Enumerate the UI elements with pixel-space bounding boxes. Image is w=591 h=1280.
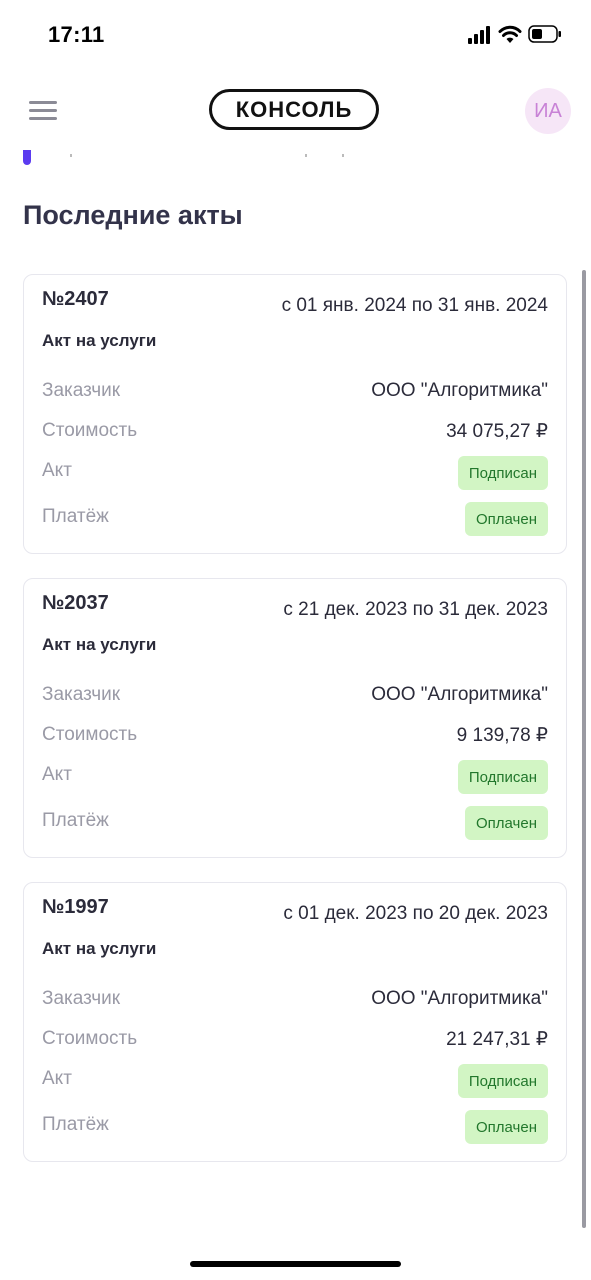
act-status-badge: Подписан — [457, 456, 548, 490]
logo[interactable]: КОНСОЛЬ — [209, 89, 379, 130]
act-period: с 01 дек. 2023 по 20 дек. 2023 — [283, 903, 548, 924]
act-type: Акт на услуги — [42, 939, 157, 958]
act-status-badge: Подписан — [457, 760, 548, 794]
act-card[interactable]: №1997 с 01 дек. 2023 по 20 дек. 2023 Акт… — [23, 882, 567, 1162]
customer-value: ООО "Алгоритмика" — [371, 380, 548, 401]
app-header: КОНСОЛЬ ИА — [0, 70, 591, 152]
customer-value: ООО "Алгоритмика" — [371, 684, 548, 705]
customer-value: ООО "Алгоритмика" — [371, 988, 548, 1009]
wifi-icon — [498, 24, 522, 44]
act-label: Акт — [42, 460, 72, 481]
act-number: №2037 — [42, 592, 109, 614]
cellular-signal-icon — [468, 26, 490, 44]
cost-value: 9 139,78 ₽ — [456, 725, 548, 746]
act-number: №2407 — [42, 288, 109, 310]
act-label: Акт — [42, 1068, 72, 1089]
scrollbar[interactable] — [582, 270, 586, 1228]
customer-label: Заказчик — [42, 684, 121, 705]
page-title: Последние акты — [23, 200, 243, 230]
act-card[interactable]: №2037 с 21 дек. 2023 по 31 дек. 2023 Акт… — [23, 578, 567, 858]
cost-value: 21 247,31 ₽ — [446, 1029, 548, 1050]
payment-status-badge: Оплачен — [465, 1110, 548, 1144]
divider-dot — [342, 154, 344, 157]
cost-label: Стоимость — [42, 420, 138, 441]
divider-dot — [70, 154, 72, 157]
home-indicator[interactable] — [190, 1261, 401, 1267]
avatar[interactable]: ИА — [525, 88, 571, 134]
payment-status-badge: Оплачен — [465, 502, 548, 536]
payment-status-badge: Оплачен — [465, 806, 548, 840]
act-number: №1997 — [42, 896, 109, 918]
customer-label: Заказчик — [42, 380, 121, 401]
status-time: 17:11 — [48, 22, 105, 47]
cost-value: 34 075,27 ₽ — [446, 421, 548, 442]
act-type: Акт на услуги — [42, 331, 157, 350]
payment-label: Платёж — [42, 810, 109, 831]
act-type: Акт на услуги — [42, 635, 157, 654]
payment-label: Платёж — [42, 506, 109, 527]
payment-label: Платёж — [42, 1114, 109, 1135]
hamburger-icon[interactable] — [29, 101, 57, 121]
act-period: с 21 дек. 2023 по 31 дек. 2023 — [283, 599, 548, 620]
status-bar: 17:11 — [0, 0, 591, 70]
act-label: Акт — [42, 764, 72, 785]
divider-dot — [305, 154, 307, 157]
customer-label: Заказчик — [42, 988, 121, 1009]
accent-indicator — [23, 150, 31, 165]
cost-label: Стоимость — [42, 724, 138, 745]
act-period: с 01 янв. 2024 по 31 янв. 2024 — [281, 295, 548, 316]
cost-label: Стоимость — [42, 1028, 138, 1049]
act-card[interactable]: №2407 с 01 янв. 2024 по 31 янв. 2024 Акт… — [23, 274, 567, 554]
battery-icon — [528, 25, 562, 43]
act-status-badge: Подписан — [457, 1064, 548, 1098]
